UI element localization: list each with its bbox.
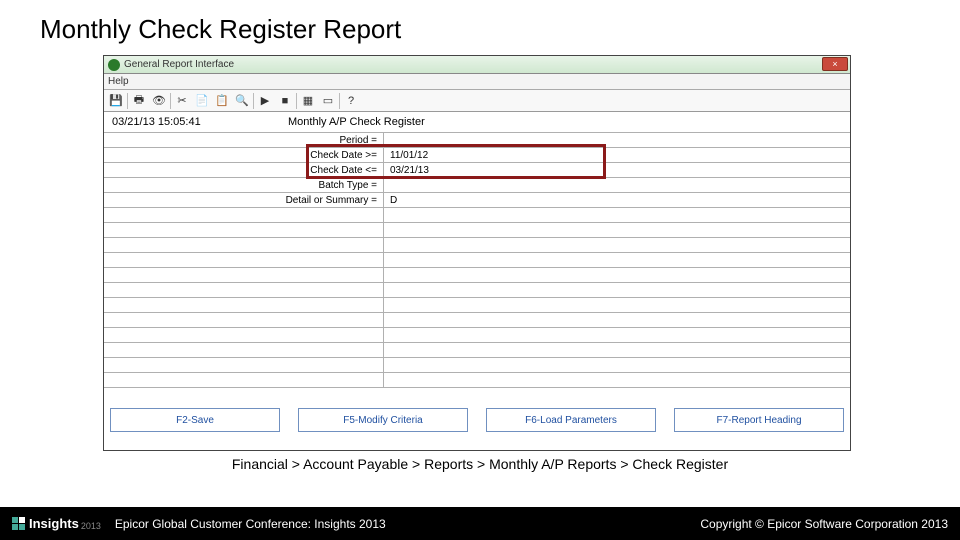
toolbar-divider [170,93,171,109]
toolbar: 💾 🖶 👁 ✂ 📄 📋 🔍 ▶ ■ ▦ ▭ ? [104,90,850,112]
criteria-label [104,328,384,343]
criteria-label: Detail or Summary = [104,193,384,208]
criteria-value[interactable] [384,343,850,358]
criteria-value[interactable]: 11/01/12 [384,148,850,163]
titlebar: General Report Interface × [104,56,850,74]
f7-heading-button[interactable]: F7-Report Heading [674,408,844,432]
criteria-value[interactable] [384,268,850,283]
run-icon[interactable]: ▶ [255,92,275,110]
criteria-row [104,238,850,253]
save-icon[interactable]: 💾 [106,92,126,110]
criteria-value[interactable] [384,223,850,238]
criteria-value[interactable] [384,208,850,223]
report-title: Monthly A/P Check Register [288,116,425,128]
menubar: Help [104,74,850,90]
criteria-value[interactable] [384,313,850,328]
criteria-value[interactable] [384,283,850,298]
f2-save-button[interactable]: F2-Save [110,408,280,432]
criteria-row [104,298,850,313]
report-timestamp: 03/21/13 15:05:41 [112,116,288,128]
criteria-label [104,253,384,268]
brand-logo: Insights 2013 [12,516,101,531]
criteria-label [104,268,384,283]
grid-icon[interactable]: ▦ [298,92,318,110]
criteria-row [104,373,850,388]
criteria-label [104,283,384,298]
help-icon[interactable]: ? [341,92,361,110]
find-icon[interactable]: 🔍 [232,92,252,110]
fkey-bar: F2-Save F5-Modify Criteria F6-Load Param… [110,408,844,432]
criteria-area: Period = Check Date >=11/01/12 Check Dat… [104,132,850,398]
logo-squares-icon [12,517,25,530]
toolbar-divider [339,93,340,109]
criteria-row [104,208,850,223]
criteria-value[interactable] [384,298,850,313]
report-header: 03/21/13 15:05:41 Monthly A/P Check Regi… [104,112,850,132]
criteria-label [104,223,384,238]
criteria-label: Check Date >= [104,148,384,163]
paste-icon[interactable]: 📋 [212,92,232,110]
menu-help[interactable]: Help [108,76,129,87]
toolbar-divider [127,93,128,109]
print-preview-icon[interactable]: 👁 [149,92,169,110]
criteria-value[interactable] [384,133,850,148]
criteria-grid: Period = Check Date >=11/01/12 Check Dat… [104,133,850,388]
criteria-label [104,373,384,388]
criteria-row [104,253,850,268]
criteria-label: Period = [104,133,384,148]
window-title: General Report Interface [124,59,234,70]
copy-icon[interactable]: 📄 [192,92,212,110]
copyright-text: Copyright © Epicor Software Corporation … [700,517,948,531]
criteria-row: Detail or Summary =D [104,193,850,208]
criteria-value[interactable] [384,373,850,388]
criteria-row [104,268,850,283]
toolbar-divider [253,93,254,109]
criteria-row: Period = [104,133,850,148]
print-icon[interactable]: 🖶 [129,92,149,110]
criteria-row: Check Date >=11/01/12 [104,148,850,163]
stop-icon[interactable]: ■ [275,92,295,110]
criteria-row [104,223,850,238]
brand-year: 2013 [81,521,101,531]
criteria-row: Check Date <=03/21/13 [104,163,850,178]
breadcrumb: Financial > Account Payable > Reports > … [0,456,960,472]
criteria-row [104,358,850,373]
criteria-value[interactable] [384,238,850,253]
f5-modify-button[interactable]: F5-Modify Criteria [298,408,468,432]
criteria-row [104,343,850,358]
slide-footer: Insights 2013 Epicor Global Customer Con… [0,507,960,540]
form-icon[interactable]: ▭ [318,92,338,110]
criteria-value[interactable] [384,358,850,373]
criteria-label: Check Date <= [104,163,384,178]
close-button[interactable]: × [822,57,848,71]
toolbar-divider [296,93,297,109]
cut-icon[interactable]: ✂ [172,92,192,110]
slide-title: Monthly Check Register Report [0,0,960,51]
conference-text: Epicor Global Customer Conference: Insig… [115,517,386,531]
criteria-label [104,208,384,223]
criteria-label: Batch Type = [104,178,384,193]
criteria-value[interactable] [384,328,850,343]
criteria-row [104,313,850,328]
criteria-label [104,313,384,328]
brand-name: Insights [29,516,79,531]
criteria-label [104,298,384,313]
app-icon [108,59,120,71]
criteria-label [104,238,384,253]
app-window: General Report Interface × Help 💾 🖶 👁 ✂ … [103,55,851,451]
criteria-value[interactable]: D [384,193,850,208]
f6-load-button[interactable]: F6-Load Parameters [486,408,656,432]
criteria-value[interactable] [384,253,850,268]
criteria-label [104,343,384,358]
criteria-value[interactable]: 03/21/13 [384,163,850,178]
criteria-label [104,358,384,373]
criteria-row [104,283,850,298]
criteria-row [104,328,850,343]
criteria-row: Batch Type = [104,178,850,193]
criteria-value[interactable] [384,178,850,193]
